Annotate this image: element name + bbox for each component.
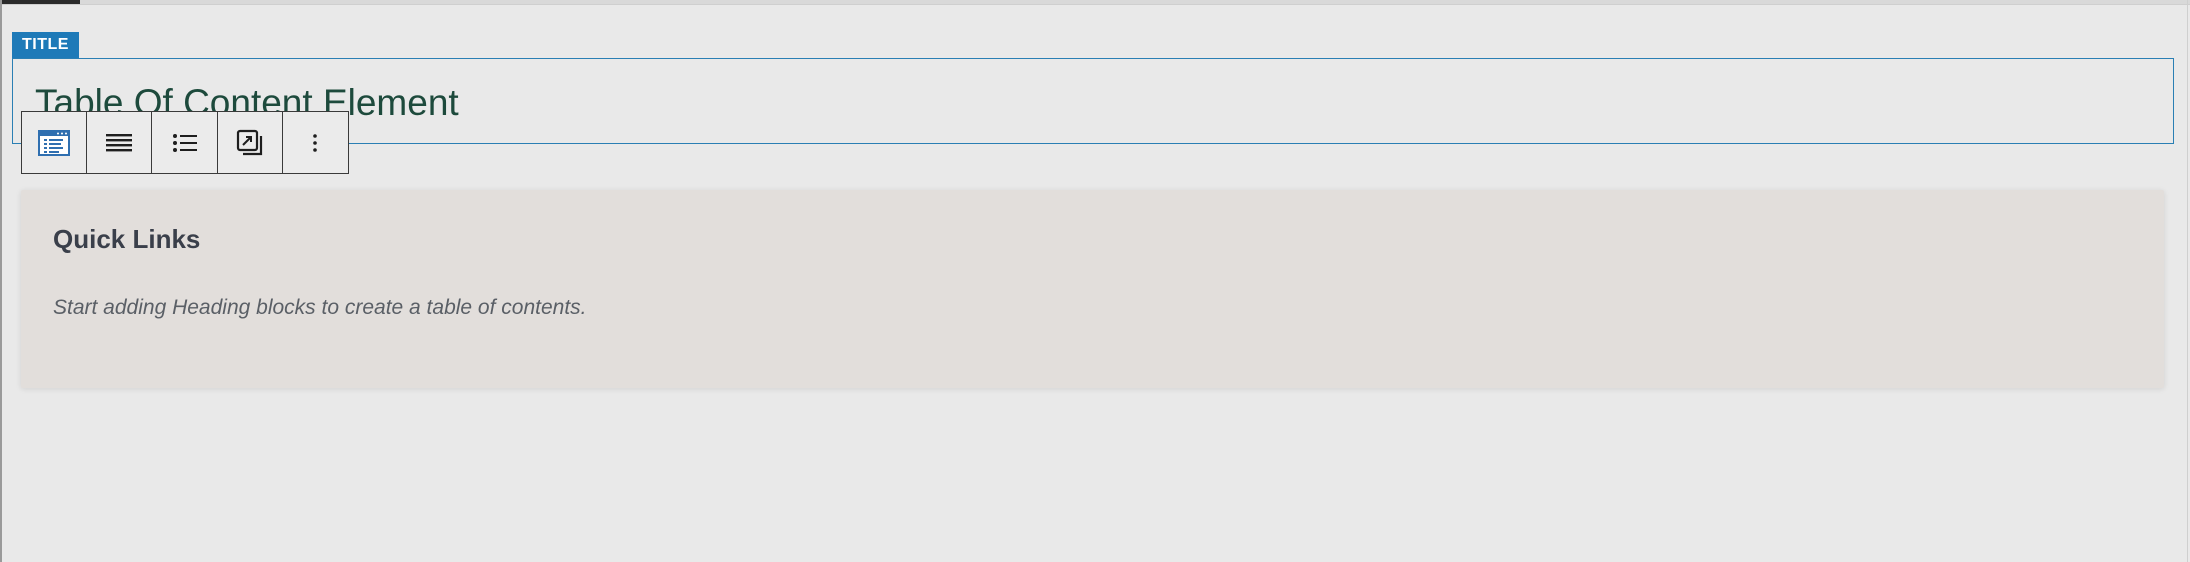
toc-block-button[interactable] — [22, 112, 88, 173]
block-toolbar — [21, 111, 349, 174]
align-button[interactable] — [87, 112, 153, 173]
right-edge — [2187, 0, 2188, 562]
table-of-contents-block[interactable]: Quick Links Start adding Heading blocks … — [21, 190, 2164, 388]
title-block-tag: TITLE — [12, 32, 79, 58]
top-edge — [0, 0, 2190, 5]
list-button[interactable] — [152, 112, 218, 173]
convert-icon — [236, 129, 264, 157]
more-options-icon — [311, 131, 319, 155]
table-of-contents-icon — [38, 129, 71, 157]
left-edge — [0, 0, 2, 562]
convert-button[interactable] — [218, 112, 283, 173]
align-justify-icon — [105, 131, 133, 155]
more-options-button[interactable] — [283, 112, 348, 173]
toc-heading: Quick Links — [53, 224, 201, 254]
toc-empty-hint: Start adding Heading blocks to create a … — [53, 296, 587, 319]
top-edge-marker — [0, 0, 80, 4]
list-icon — [172, 131, 198, 155]
